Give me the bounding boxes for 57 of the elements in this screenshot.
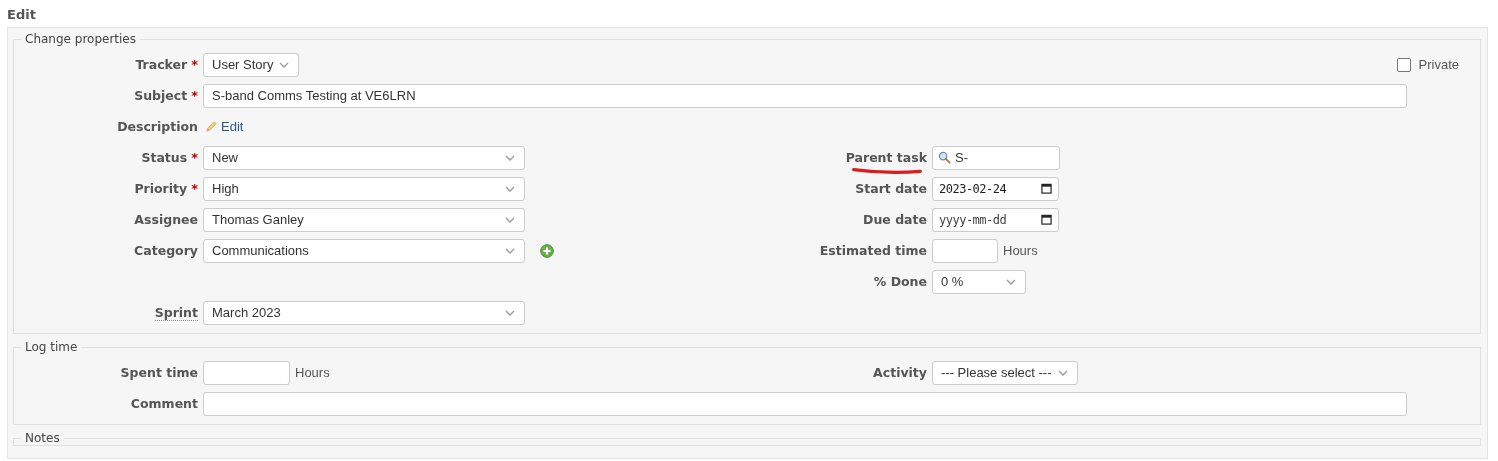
private-checkbox[interactable] <box>1396 57 1411 72</box>
field-label: Comment <box>130 396 198 411</box>
select-field[interactable]: High <box>203 176 525 201</box>
select-field[interactable]: --- Please select --- <box>932 360 1078 385</box>
chevron-down-icon <box>505 309 515 316</box>
unit-label: Hours <box>1003 243 1038 258</box>
select-field[interactable]: New <box>203 145 525 170</box>
required-mark: * <box>191 150 198 165</box>
field-label: Start date <box>855 181 927 196</box>
field-label: Category <box>134 243 198 258</box>
select-field[interactable]: 0 % <box>932 269 1026 294</box>
fieldset-legend: Change properties <box>21 32 140 46</box>
field-label: Due date <box>863 212 927 227</box>
text-field[interactable] <box>203 391 1407 416</box>
page-title: Edit <box>6 6 37 24</box>
required-mark: * <box>191 88 198 103</box>
select-field[interactable]: User Story <box>203 52 300 77</box>
chevron-down-icon <box>1057 369 1068 376</box>
chevron-down-icon <box>505 185 515 192</box>
search-field[interactable]: S- <box>932 145 1060 170</box>
field-label: Parent task <box>845 150 927 165</box>
field-label: % Done <box>873 274 927 289</box>
required-mark: * <box>191 181 198 196</box>
select-field[interactable]: Thomas Ganley <box>203 207 525 232</box>
chevron-down-icon <box>1006 278 1016 285</box>
hours-field[interactable] <box>932 238 998 263</box>
required-mark: * <box>191 57 198 72</box>
edit-link[interactable]: Edit <box>221 119 244 134</box>
hours-field[interactable] <box>203 360 290 385</box>
calendar-icon[interactable] <box>1041 183 1052 194</box>
field-label: Priority <box>134 181 188 196</box>
date-field[interactable]: 2023-02-24 <box>932 176 1059 201</box>
field-label: Assignee <box>134 212 198 227</box>
chevron-down-icon <box>279 61 290 68</box>
select-field[interactable]: Communications <box>203 238 525 263</box>
unit-label: Hours <box>295 365 330 380</box>
field-label: Description <box>117 119 198 134</box>
fieldset-legend: Log time <box>21 340 82 354</box>
chevron-down-icon <box>505 154 515 161</box>
select-field[interactable]: March 2023 <box>203 300 525 325</box>
field-label: Status <box>141 150 188 165</box>
chevron-down-icon <box>505 216 515 223</box>
pencil-icon <box>205 120 218 133</box>
field-label: Subject <box>134 88 188 103</box>
field-label: Estimated time <box>819 243 927 258</box>
field-label: Tracker <box>135 57 188 72</box>
search-icon <box>938 151 951 164</box>
field-label: Spent time <box>120 365 198 380</box>
checkbox-label: Private <box>1418 57 1459 72</box>
field-label: Activity <box>873 365 927 380</box>
calendar-icon[interactable] <box>1041 214 1052 225</box>
add-icon[interactable] <box>540 243 554 258</box>
field-label: Sprint <box>154 304 198 321</box>
text-field[interactable]: S-band Comms Testing at VE6LRN <box>203 83 1407 108</box>
fieldset-legend: Notes <box>21 431 64 445</box>
date-field[interactable]: yyyy-mm-dd <box>932 207 1059 232</box>
chevron-down-icon <box>505 247 515 254</box>
